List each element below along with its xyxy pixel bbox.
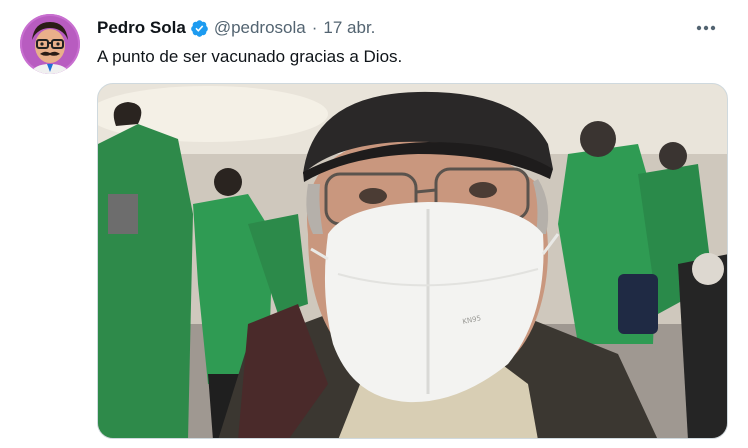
verified-badge-icon [190,19,209,38]
tweet-date[interactable]: 17 abr. [323,18,375,38]
author-name[interactable]: Pedro Sola [97,18,186,38]
tweet-header: Pedro Sola @pedrosola · 17 abr. [97,16,728,40]
more-options-icon[interactable] [692,14,720,42]
tweet-text: A punto de ser vacunado gracias a Dios. [97,47,403,66]
author-handle[interactable]: @pedrosola [214,18,306,38]
photo-illustration: KN95 [98,84,727,438]
avatar[interactable] [20,14,80,74]
separator-dot: · [311,18,318,37]
tweet-card[interactable]: Pedro Sola @pedrosola · 17 abr. A punto … [0,0,748,448]
avatar-illustration [20,14,80,74]
tweet-photo[interactable]: KN95 [97,83,728,439]
